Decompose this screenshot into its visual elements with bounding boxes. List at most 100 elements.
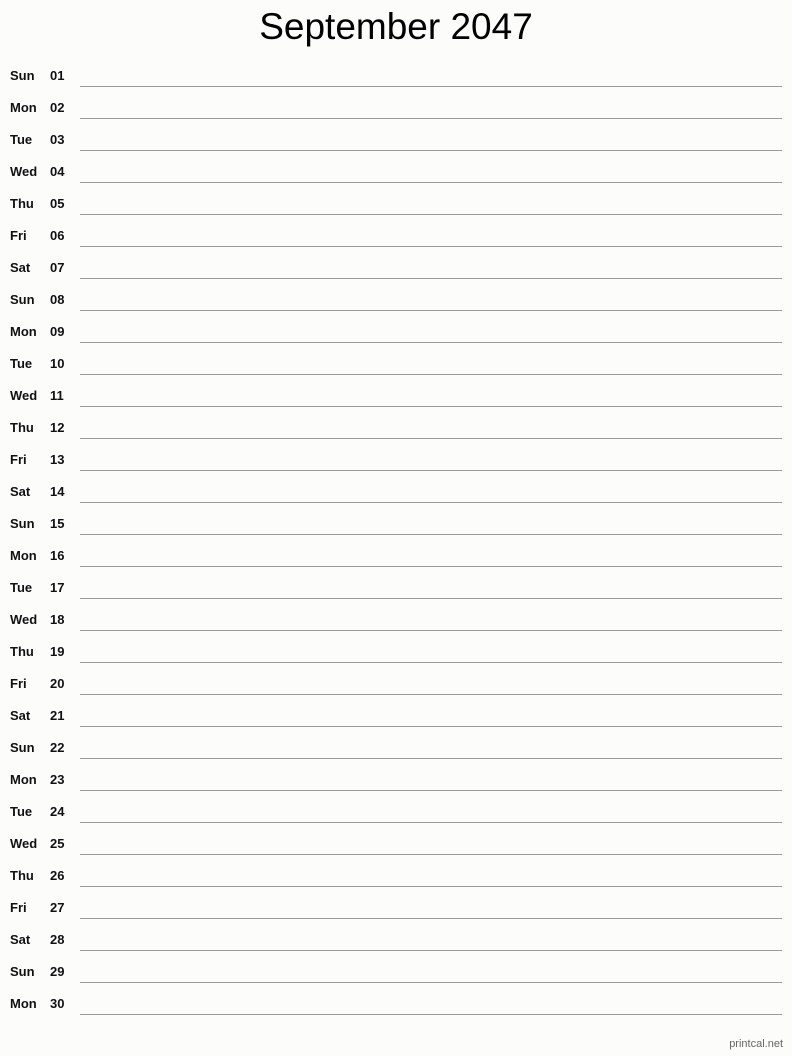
day-number: 09 bbox=[50, 324, 65, 339]
day-row: Mon 23 bbox=[0, 764, 792, 796]
day-of-week: Sun bbox=[10, 740, 35, 755]
day-of-week: Fri bbox=[10, 228, 27, 243]
writing-line bbox=[80, 566, 782, 567]
day-number: 27 bbox=[50, 900, 65, 915]
day-of-week: Wed bbox=[10, 164, 38, 179]
day-row: Wed 25 bbox=[0, 828, 792, 860]
day-of-week: Mon bbox=[10, 996, 37, 1011]
day-row: Thu 05 bbox=[0, 188, 792, 220]
day-number: 10 bbox=[50, 356, 65, 371]
day-row: Wed 18 bbox=[0, 604, 792, 636]
writing-line bbox=[80, 982, 782, 983]
day-of-week: Tue bbox=[10, 580, 33, 595]
day-row: Thu 19 bbox=[0, 636, 792, 668]
writing-line bbox=[80, 758, 782, 759]
day-row: Fri 13 bbox=[0, 444, 792, 476]
writing-line bbox=[80, 470, 782, 471]
writing-line bbox=[80, 438, 782, 439]
day-of-week: Sun bbox=[10, 516, 35, 531]
day-of-week: Sat bbox=[10, 708, 31, 723]
day-of-week: Fri bbox=[10, 452, 27, 467]
day-of-week: Thu bbox=[10, 420, 34, 435]
day-row: Tue 03 bbox=[0, 124, 792, 156]
day-of-week: Sat bbox=[10, 260, 31, 275]
day-number: 17 bbox=[50, 580, 65, 595]
writing-line bbox=[80, 342, 782, 343]
day-of-week: Mon bbox=[10, 324, 37, 339]
writing-line bbox=[80, 502, 782, 503]
day-row: Tue 10 bbox=[0, 348, 792, 380]
day-row: Wed 04 bbox=[0, 156, 792, 188]
day-row: Sun 15 bbox=[0, 508, 792, 540]
day-number: 13 bbox=[50, 452, 65, 467]
day-number: 03 bbox=[50, 132, 65, 147]
writing-line bbox=[80, 886, 782, 887]
day-of-week: Thu bbox=[10, 196, 34, 211]
day-of-week: Sun bbox=[10, 292, 35, 307]
writing-line bbox=[80, 150, 782, 151]
writing-line bbox=[80, 86, 782, 87]
day-number: 22 bbox=[50, 740, 65, 755]
day-row: Sun 08 bbox=[0, 284, 792, 316]
day-number: 06 bbox=[50, 228, 65, 243]
day-of-week: Sat bbox=[10, 484, 31, 499]
day-number: 16 bbox=[50, 548, 65, 563]
day-row: Sun 01 bbox=[0, 60, 792, 92]
day-row: Mon 30 bbox=[0, 988, 792, 1020]
day-of-week: Tue bbox=[10, 804, 33, 819]
day-number: 19 bbox=[50, 644, 65, 659]
day-row: Sun 29 bbox=[0, 956, 792, 988]
day-number: 11 bbox=[50, 388, 64, 403]
day-number: 25 bbox=[50, 836, 65, 851]
day-number: 29 bbox=[50, 964, 65, 979]
writing-line bbox=[80, 598, 782, 599]
day-row: Tue 17 bbox=[0, 572, 792, 604]
day-row: Thu 26 bbox=[0, 860, 792, 892]
day-row: Fri 27 bbox=[0, 892, 792, 924]
day-row: Thu 12 bbox=[0, 412, 792, 444]
day-number: 14 bbox=[50, 484, 65, 499]
day-number: 02 bbox=[50, 100, 65, 115]
writing-line bbox=[80, 246, 782, 247]
day-of-week: Mon bbox=[10, 772, 37, 787]
writing-line bbox=[80, 310, 782, 311]
writing-line bbox=[80, 182, 782, 183]
day-number: 04 bbox=[50, 164, 65, 179]
day-row: Mon 09 bbox=[0, 316, 792, 348]
day-number: 18 bbox=[50, 612, 65, 627]
footer-credit: printcal.net bbox=[729, 1038, 783, 1050]
day-row: Tue 24 bbox=[0, 796, 792, 828]
day-list: Sun 01 Mon 02 Tue 03 Wed 04 Thu 05 Fri 06 Sat 07 Sun 08… bbox=[0, 60, 792, 1020]
day-of-week: Sat bbox=[10, 932, 31, 947]
day-number: 05 bbox=[50, 196, 65, 211]
day-row: Fri 20 bbox=[0, 668, 792, 700]
day-of-week: Sun bbox=[10, 964, 35, 979]
writing-line bbox=[80, 950, 782, 951]
writing-line bbox=[80, 406, 782, 407]
day-of-week: Tue bbox=[10, 132, 33, 147]
day-of-week: Tue bbox=[10, 356, 33, 371]
day-row: Sat 21 bbox=[0, 700, 792, 732]
writing-line bbox=[80, 630, 782, 631]
day-of-week: Wed bbox=[10, 836, 38, 851]
writing-line bbox=[80, 726, 782, 727]
day-of-week: Fri bbox=[10, 900, 27, 915]
writing-line bbox=[80, 214, 782, 215]
day-number: 15 bbox=[50, 516, 65, 531]
writing-line bbox=[80, 1014, 782, 1015]
day-row: Sat 28 bbox=[0, 924, 792, 956]
writing-line bbox=[80, 534, 782, 535]
day-number: 01 bbox=[50, 68, 65, 83]
day-of-week: Sun bbox=[10, 68, 35, 83]
day-number: 12 bbox=[50, 420, 65, 435]
day-of-week: Fri bbox=[10, 676, 27, 691]
writing-line bbox=[80, 918, 782, 919]
writing-line bbox=[80, 694, 782, 695]
day-of-week: Thu bbox=[10, 868, 34, 883]
day-row: Sun 22 bbox=[0, 732, 792, 764]
day-number: 23 bbox=[50, 772, 65, 787]
day-number: 24 bbox=[50, 804, 65, 819]
writing-line bbox=[80, 278, 782, 279]
day-of-week: Thu bbox=[10, 644, 34, 659]
day-row: Wed 11 bbox=[0, 380, 792, 412]
